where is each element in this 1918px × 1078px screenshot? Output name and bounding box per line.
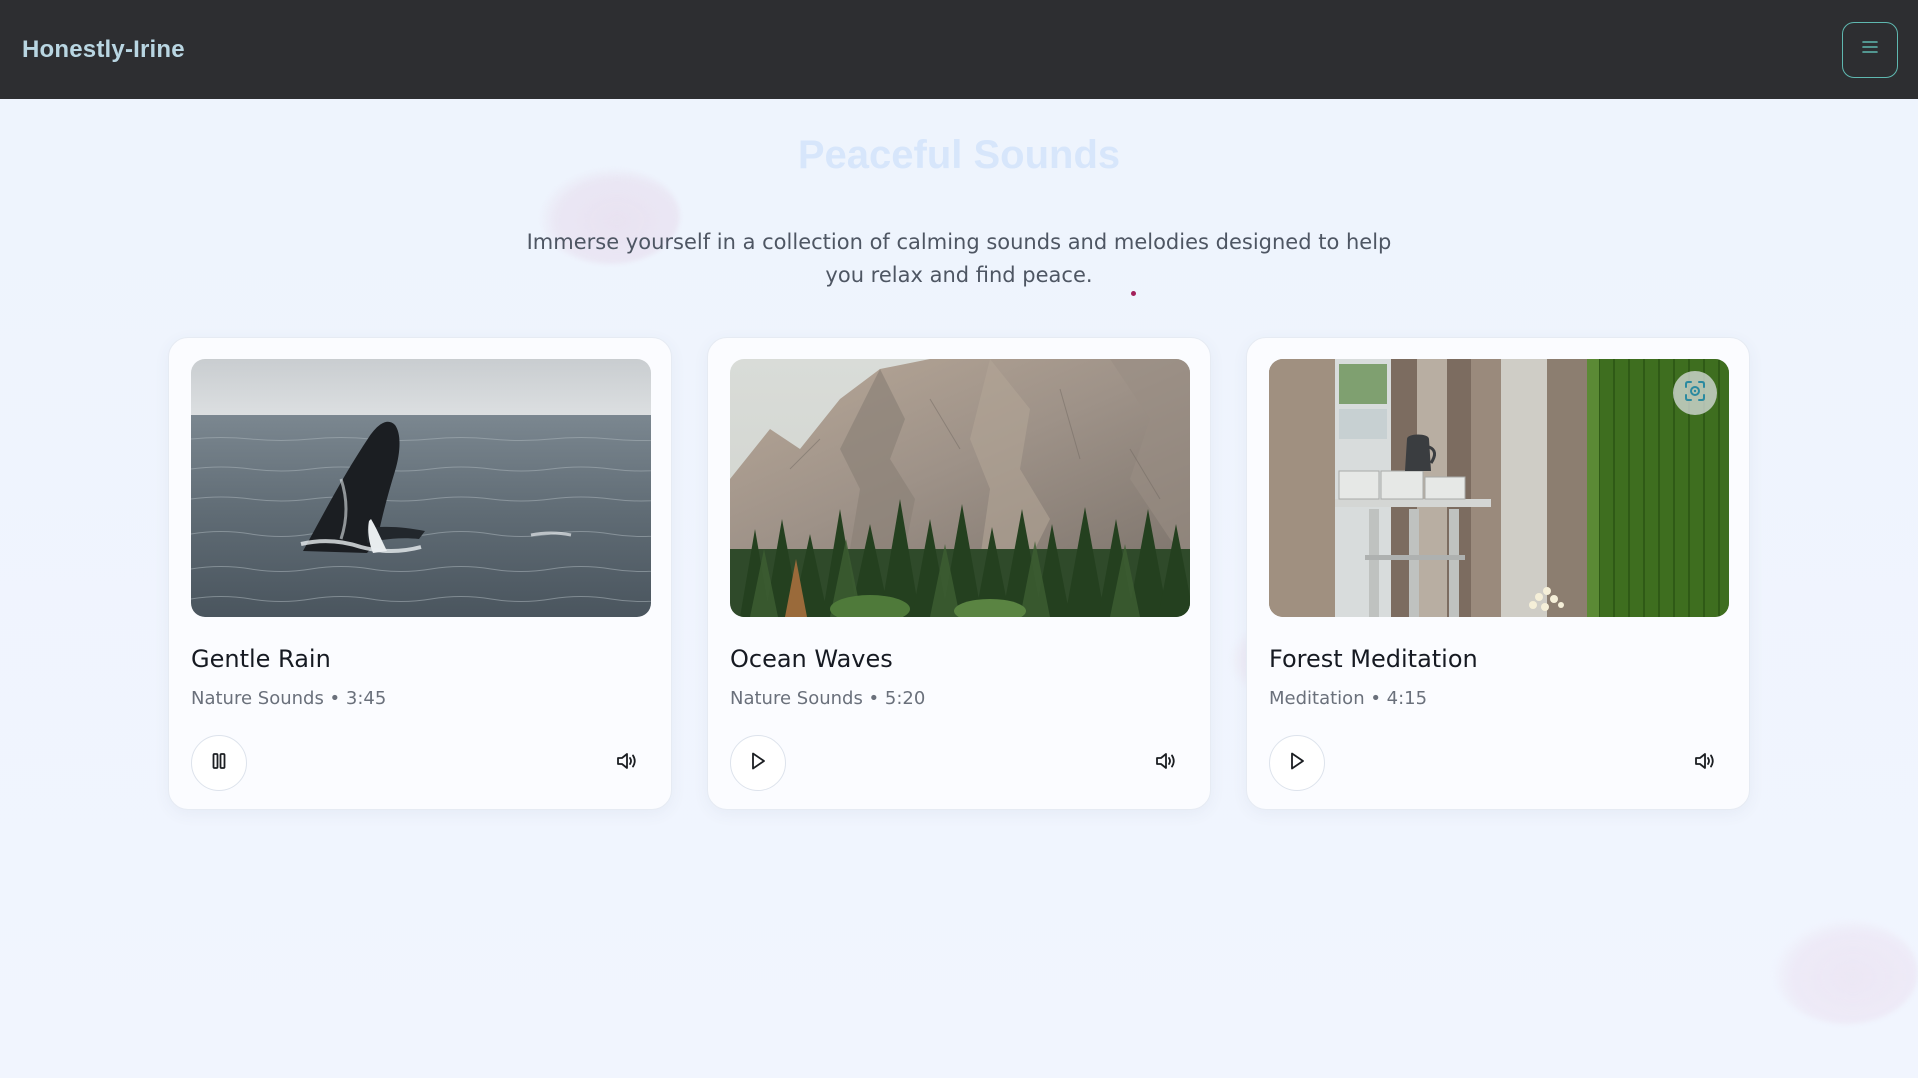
volume-button[interactable] <box>607 743 647 783</box>
whale-breaching-ocean-photo <box>191 359 651 617</box>
volume-icon <box>615 751 639 776</box>
brand-logo-text[interactable]: Honestly-Irine <box>22 36 185 64</box>
kitchen-interior-photo <box>1269 359 1729 617</box>
volume-button[interactable] <box>1685 743 1725 783</box>
page-subtitle: Immerse yourself in a collection of calm… <box>526 230 1392 287</box>
sound-card: Gentle Rain Nature Sounds • 3:45 <box>168 337 672 810</box>
visual-search-button[interactable] <box>1673 371 1717 415</box>
volume-icon <box>1693 751 1717 776</box>
volume-button[interactable] <box>1146 743 1186 783</box>
player-controls <box>191 735 649 791</box>
pause-icon <box>211 752 227 775</box>
play-icon <box>749 751 767 776</box>
play-button[interactable] <box>1269 735 1325 791</box>
decorative-cloud <box>1774 920 1918 1024</box>
sound-title: Gentle Rain <box>191 645 331 673</box>
visual-search-icon <box>1683 379 1707 408</box>
play-button[interactable] <box>730 735 786 791</box>
play-icon <box>1288 751 1306 776</box>
volume-icon <box>1154 751 1178 776</box>
mountain-forest-photo <box>730 359 1190 617</box>
player-controls <box>1269 735 1727 791</box>
menu-button[interactable] <box>1842 21 1898 78</box>
sound-meta: Nature Sounds • 5:20 <box>730 688 926 709</box>
sound-title: Forest Meditation <box>1269 645 1478 673</box>
sound-card: Ocean Waves Nature Sounds • 5:20 <box>707 337 1211 810</box>
hamburger-menu-icon <box>1862 40 1878 59</box>
decorative-dot <box>1131 291 1136 296</box>
page-title: Peaceful Sounds <box>797 133 1121 177</box>
sound-meta: Nature Sounds • 3:45 <box>191 688 387 709</box>
player-controls <box>730 735 1188 791</box>
pause-button[interactable] <box>191 735 247 791</box>
sound-card: Forest Meditation Meditation • 4:15 <box>1246 337 1750 810</box>
top-navbar: Honestly-Irine <box>0 0 1918 99</box>
sound-meta: Meditation • 4:15 <box>1269 688 1428 709</box>
sound-title: Ocean Waves <box>730 645 893 673</box>
